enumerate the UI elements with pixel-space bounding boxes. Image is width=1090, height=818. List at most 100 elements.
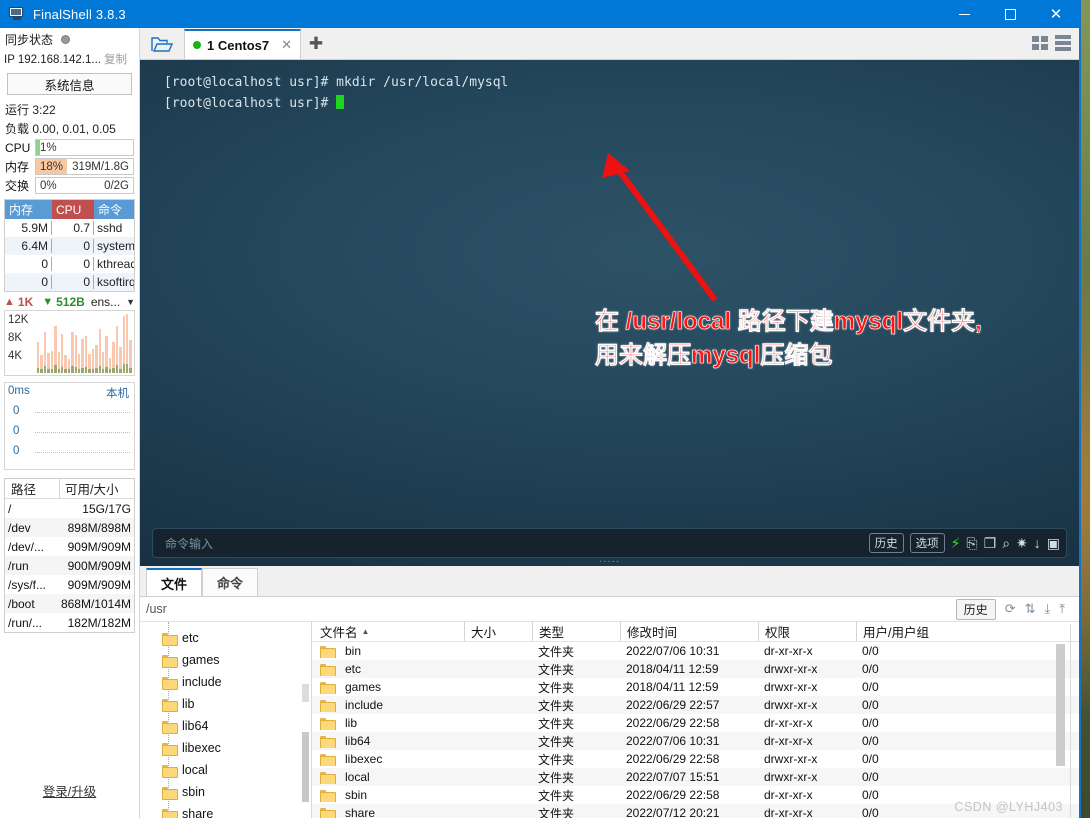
download-icon[interactable]: ⤓ xyxy=(1045,601,1051,617)
network-traffic-chart: 12K 8K 4K xyxy=(4,310,135,376)
copy-icon[interactable]: ⎘ xyxy=(966,536,977,550)
net-chart-bar xyxy=(88,314,91,373)
tree-node-label: sbin xyxy=(182,785,205,799)
maximize-button[interactable] xyxy=(987,0,1033,28)
terminal-screen[interactable]: [root@localhost usr]# mkdir /usr/local/m… xyxy=(140,60,1079,566)
disk-row[interactable]: /dev/... 909M/909M xyxy=(5,537,134,556)
net-chart-bar-download xyxy=(50,369,54,373)
path-input[interactable]: /usr xyxy=(146,602,167,616)
tree-node[interactable]: etc xyxy=(140,627,311,649)
tree-node[interactable]: local xyxy=(140,759,311,781)
login-upgrade-link[interactable]: 登录/升级 xyxy=(0,781,139,800)
file-list-scrollbar[interactable] xyxy=(1056,644,1065,766)
disk-col-size[interactable]: 可用/大小 xyxy=(59,479,134,498)
tree-scrollbar-thumb[interactable] xyxy=(302,732,309,802)
tree-node[interactable]: lib xyxy=(140,693,311,715)
disk-row[interactable]: /sys/f... 909M/909M xyxy=(5,575,134,594)
network-stats-row: ▲ 1K ▼ 512B ens... ▼ xyxy=(0,292,139,310)
memory-meter: 18% 319M/1.8G xyxy=(35,158,134,175)
tree-node[interactable]: include xyxy=(140,671,311,693)
file-row[interactable]: lib64 文件夹 2022/07/06 10:31 dr-xr-xr-x 0/0 xyxy=(312,732,1079,750)
list-view-icon[interactable] xyxy=(1055,35,1071,51)
paste-icon[interactable]: ❐ xyxy=(984,536,997,550)
file-row[interactable]: bin 文件夹 2022/07/06 10:31 dr-xr-xr-x 0/0 xyxy=(312,642,1079,660)
grid-view-icon[interactable] xyxy=(1032,36,1048,50)
column-header-permission[interactable]: 权限 xyxy=(758,622,856,641)
gear-icon[interactable]: ✷ xyxy=(1016,536,1028,550)
file-cell-perm: dr-xr-xr-x xyxy=(764,644,813,658)
file-history-button[interactable]: 历史 xyxy=(955,598,996,620)
process-row[interactable]: 0 0 ksoftirqd xyxy=(5,273,134,291)
disk-col-path[interactable]: 路径 xyxy=(5,479,59,498)
process-row[interactable]: 5.9M 0.7 sshd xyxy=(5,219,134,237)
column-header-name[interactable]: 文件名 ▲ xyxy=(312,622,464,641)
file-cell-perm: drwxr-xr-x xyxy=(764,698,818,712)
terminal-history-button[interactable]: 历史 xyxy=(868,533,904,553)
folder-icon xyxy=(320,753,336,766)
column-header-owner[interactable]: 用户/用户组 xyxy=(856,622,1079,641)
path-bar: /usr 历史 ⟳ ⇅ ⤓ ⤒ xyxy=(140,596,1079,622)
ip-label: IP 192.168.142.1... xyxy=(4,54,101,66)
bolt-icon[interactable]: ⚡ xyxy=(951,536,961,550)
net-chart-bar-download xyxy=(115,365,119,373)
close-tab-icon[interactable]: ✕ xyxy=(281,37,292,53)
tree-node[interactable]: games xyxy=(140,649,311,671)
tab-files[interactable]: 文件 xyxy=(146,568,203,596)
search-icon[interactable]: ⌕ xyxy=(1002,536,1010,550)
system-info-button[interactable]: 系统信息 xyxy=(7,73,132,95)
disk-row[interactable]: /dev 898M/898M xyxy=(5,518,134,537)
refresh-icon[interactable]: ⟳ xyxy=(1005,601,1016,617)
window-icon[interactable]: ▣ xyxy=(1047,536,1060,550)
file-cell-name: games xyxy=(312,680,464,694)
chevron-down-icon[interactable]: ▼ xyxy=(126,297,135,307)
net-chart-bar-download xyxy=(78,369,81,373)
file-name-label: include xyxy=(345,698,384,712)
file-row[interactable]: libexec 文件夹 2022/06/29 22:58 drwxr-xr-x 0/0 xyxy=(312,750,1079,768)
panel-resize-handle[interactable]: ····· xyxy=(599,556,621,567)
tree-node[interactable]: lib64 xyxy=(140,715,311,737)
file-cell-perm: drwxr-xr-x xyxy=(764,662,818,676)
session-tab-centos7[interactable]: 1 Centos7 ✕ xyxy=(184,29,302,59)
file-row[interactable]: include 文件夹 2022/06/29 22:57 drwxr-xr-x 0/0 xyxy=(312,696,1079,714)
file-row[interactable]: local 文件夹 2022/07/07 15:51 drwxr-xr-x 0/0 xyxy=(312,768,1079,786)
minimize-button[interactable] xyxy=(941,0,987,28)
download-icon[interactable]: ↓ xyxy=(1034,536,1041,550)
process-col-command[interactable]: 命令 xyxy=(94,200,134,219)
tab-commands[interactable]: 命令 xyxy=(202,568,259,596)
column-header-type[interactable]: 类型 xyxy=(532,622,620,641)
tree-node[interactable]: sbin xyxy=(140,781,311,803)
memory-meter-left-text: 18% xyxy=(40,160,64,173)
disk-row[interactable]: /run/... 182M/182M xyxy=(5,613,134,632)
file-row[interactable]: lib 文件夹 2022/06/29 22:58 dr-xr-xr-x 0/0 xyxy=(312,714,1079,732)
disk-row[interactable]: /boot 868M/1014M xyxy=(5,594,134,613)
file-row[interactable]: etc 文件夹 2018/04/11 12:59 drwxr-xr-x 0/0 xyxy=(312,660,1079,678)
tree-node[interactable]: share xyxy=(140,803,311,818)
disk-row[interactable]: /run 900M/909M xyxy=(5,556,134,575)
upload-icon[interactable]: ⤒ xyxy=(1059,601,1065,617)
tree-scrollbar-track[interactable] xyxy=(302,684,309,702)
file-cell-time: 2022/07/12 20:21 xyxy=(626,806,720,818)
disk-path: /boot xyxy=(8,596,35,611)
sort-icon[interactable]: ⇅ xyxy=(1025,601,1036,617)
process-col-cpu[interactable]: CPU xyxy=(52,200,94,219)
file-name-label: local xyxy=(345,770,370,784)
file-name-label: etc xyxy=(345,662,362,676)
process-col-memory[interactable]: 内存 xyxy=(5,200,52,219)
command-input[interactable]: 命令输入 xyxy=(159,535,213,552)
open-folder-icon[interactable] xyxy=(140,29,184,59)
disk-row[interactable]: / 15G/17G xyxy=(5,499,134,518)
tree-node[interactable]: libexec xyxy=(140,737,311,759)
new-tab-button[interactable]: ✚ xyxy=(301,29,331,59)
file-row[interactable]: games 文件夹 2018/04/11 12:59 drwxr-xr-x 0/0 xyxy=(312,678,1079,696)
process-row[interactable]: 6.4M 0 systemd xyxy=(5,237,134,255)
close-button[interactable]: ✕ xyxy=(1033,0,1079,28)
net-chart-bar-download xyxy=(64,369,67,373)
column-header-time[interactable]: 修改时间 xyxy=(620,622,758,641)
command-input-bar[interactable]: 命令输入 历史 选项 ⚡ ⎘ ❐ ⌕ ✷ ↓ ▣ xyxy=(152,528,1067,558)
net-chart-bar xyxy=(67,314,71,373)
copy-ip-button[interactable]: 复制 xyxy=(104,51,127,67)
terminal-options-button[interactable]: 选项 xyxy=(909,533,945,553)
process-row[interactable]: 0 0 kthreadd xyxy=(5,255,134,273)
column-header-size[interactable]: 大小 xyxy=(464,622,532,641)
annotation-line-1: 在 /usr/local 路径下建mysql文件夹, xyxy=(595,308,982,336)
